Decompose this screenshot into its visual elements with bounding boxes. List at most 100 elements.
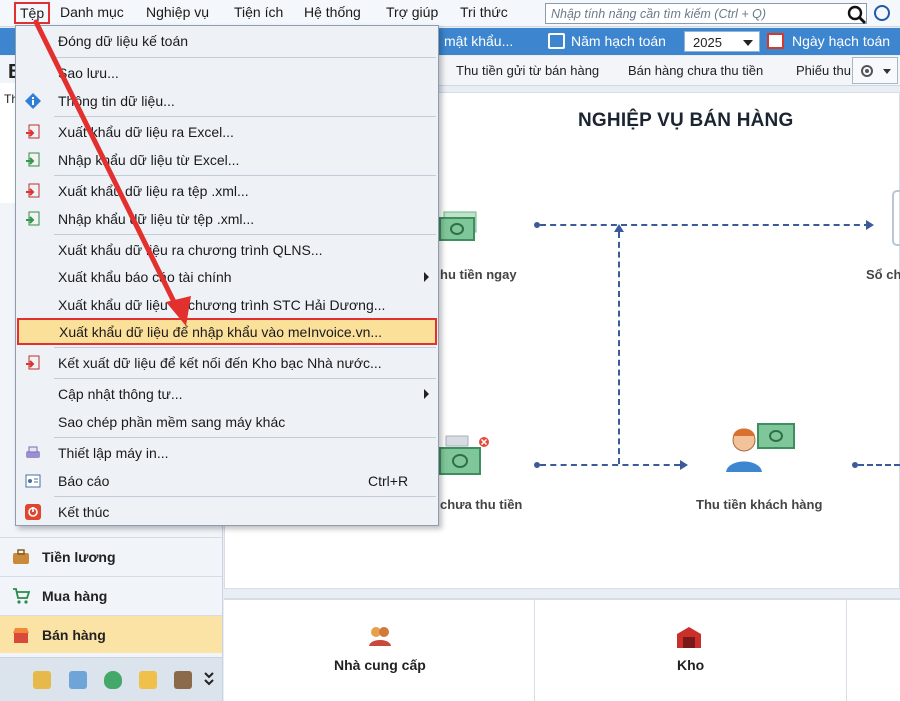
submenu-arrow-icon (424, 389, 429, 399)
menu-item-export-financial-report[interactable]: Xuất khẩu báo cáo tài chính (16, 263, 438, 290)
menu-item-import-excel[interactable]: Nhập khẩu dữ liệu từ Excel... (16, 146, 438, 173)
menu-tien-ich[interactable]: Tiện ích (234, 4, 283, 20)
menu-item-report[interactable]: Báo cáo Ctrl+R (16, 467, 438, 494)
flow-thu-tien-ngay[interactable]: hu tiền ngay (440, 267, 517, 282)
exit-icon (25, 504, 41, 520)
menu-item-label: Kết xuất dữ liệu để kết nối đến Kho bạc … (58, 355, 382, 371)
search-icon[interactable] (844, 4, 870, 25)
briefcase-icon[interactable] (174, 671, 192, 689)
customer-payment-icon[interactable] (724, 418, 798, 474)
category-nha-cung-cap[interactable]: Nhà cung cấp (334, 657, 426, 673)
menu-item-close-data[interactable]: Đóng dữ liệu kế toán (16, 27, 438, 54)
menu-separator (54, 347, 436, 348)
flow-so-chi-tiet[interactable]: Sổ ch (866, 267, 900, 282)
chevron-down-icon (883, 69, 891, 74)
sidebar-item-label: Tiền lương (42, 549, 116, 565)
tab-thu-tien-gui[interactable]: Thu tiền gửi từ bán hàng (456, 63, 599, 78)
menu-item-exit[interactable]: Kết thúc (16, 498, 438, 525)
warehouse-icon[interactable] (676, 626, 702, 648)
sidebar-item-label: Bán hàng (42, 627, 106, 643)
menu-separator (54, 57, 436, 58)
menu-tri-thuc[interactable]: Tri thức (460, 4, 508, 20)
chevron-down-icon[interactable] (743, 40, 753, 46)
store-icon (13, 628, 29, 643)
supplier-icon[interactable] (368, 625, 392, 647)
tab-phieu-thu[interactable]: Phiếu thu (796, 63, 851, 78)
sidebar-item-tien-luong[interactable]: Tiền lương (0, 537, 222, 575)
search-placeholder: Nhập tính năng cần tìm kiếm (Ctrl + Q) (551, 7, 767, 21)
unpaid-cash-icon[interactable] (438, 434, 490, 478)
menu-item-copy-software[interactable]: Sao chép phần mềm sang máy khác (16, 408, 438, 435)
menu-danh-muc[interactable]: Danh mục (60, 4, 124, 20)
menu-item-label: Thiết lập máy in... (58, 445, 169, 461)
sidebar-item-label: Mua hàng (42, 588, 108, 604)
menu-item-export-xml[interactable]: Xuất khẩu dữ liệu ra tệp .xml... (16, 177, 438, 204)
help-icon[interactable] (874, 5, 890, 21)
menu-separator (54, 496, 436, 497)
page-title: NGHIỆP VỤ BÁN HÀNG (578, 110, 794, 131)
printer-icon (26, 446, 40, 458)
menu-separator (54, 175, 436, 176)
export-icon (26, 355, 40, 370)
tab-ban-hang-chua-thu[interactable]: Bán hàng chưa thu tiền (628, 63, 763, 78)
menu-tro-giup[interactable]: Trợ giúp (386, 4, 438, 20)
tab-settings-button[interactable] (852, 57, 898, 84)
menu-item-treasury-export[interactable]: Kết xuất dữ liệu để kết nối đến Kho bạc … (16, 349, 438, 376)
fiscal-year-icon (548, 33, 565, 49)
cash-icon[interactable] (438, 208, 478, 244)
flow-connector (618, 232, 620, 464)
menu-item-label: Xuất khẩu dữ liệu ra chương trình QLNS..… (58, 242, 323, 258)
flow-chua-thu-tien[interactable]: chưa thu tiền (440, 497, 522, 512)
menu-nghiep-vu[interactable]: Nghiệp vụ (146, 4, 209, 20)
menu-item-label: Báo cáo (58, 473, 110, 489)
menu-item-backup[interactable]: Sao lưu... (16, 59, 438, 86)
menu-item-label: Nhập khẩu dữ liệu từ Excel... (58, 152, 240, 168)
ledger-icon[interactable] (892, 190, 900, 246)
menu-item-label: Xuất khẩu báo cáo tài chính (58, 269, 232, 285)
document-icon[interactable] (33, 671, 51, 689)
menu-tep[interactable]: Tệp (14, 2, 51, 24)
menu-item-printer-setup[interactable]: Thiết lập máy in... (16, 439, 438, 466)
export-icon (26, 124, 40, 139)
submenu-arrow-icon (424, 272, 429, 282)
sidebar-quick-icons (0, 657, 222, 701)
chevron-more-icon[interactable] (203, 669, 215, 691)
menu-he-thong[interactable]: Hệ thống (304, 4, 361, 20)
menu-separator (54, 437, 436, 438)
menu-item-data-info[interactable]: Thông tin dữ liệu... (16, 87, 438, 114)
menu-item-import-xml[interactable]: Nhập khẩu dữ liệu từ tệp .xml... (16, 205, 438, 232)
flow-arrow (866, 220, 874, 230)
flow-thu-tien-khach-hang[interactable]: Thu tiền khách hàng (696, 497, 822, 512)
fiscal-year-label: Năm hạch toán (571, 33, 666, 49)
folder-icon[interactable] (139, 671, 157, 689)
change-password-link[interactable]: mật khẩu... (444, 33, 513, 49)
menu-item-shortcut: Ctrl+R (368, 473, 409, 489)
fiscal-year-select[interactable]: 2025 (684, 31, 760, 52)
menu-item-label: Xuất khẩu dữ liệu ra tệp .xml... (58, 183, 249, 199)
export-icon (26, 183, 40, 198)
menu-item-label: Kết thúc (58, 504, 110, 520)
menu-item-export-qlns[interactable]: Xuất khẩu dữ liệu ra chương trình QLNS..… (16, 236, 438, 263)
menubar: Tệp Danh mục Nghiệp vụ Tiện ích Hệ thống… (0, 0, 900, 27)
menu-item-label: Xuất khẩu dữ liệu ra chương trình STC Hả… (58, 297, 386, 313)
import-icon (26, 211, 40, 226)
sidebar-item-mua-hang[interactable]: Mua hàng (0, 576, 222, 614)
posting-date-label[interactable]: Ngày hạch toán (792, 33, 890, 49)
menu-item-update-circular[interactable]: Cập nhật thông tư... (16, 380, 438, 407)
edit-icon[interactable] (69, 671, 87, 689)
menu-item-label: Cập nhật thông tư... (58, 386, 183, 402)
fiscal-year-value: 2025 (693, 35, 722, 50)
menu-item-export-excel[interactable]: Xuất khẩu dữ liệu ra Excel... (16, 118, 438, 145)
feature-search-input[interactable]: Nhập tính năng cần tìm kiếm (Ctrl + Q) (545, 3, 867, 24)
menu-item-label: Đóng dữ liệu kế toán (58, 33, 189, 49)
category-kho[interactable]: Kho (677, 657, 704, 673)
divider (846, 600, 847, 701)
menu-item-export-stc[interactable]: Xuất khẩu dữ liệu ra chương trình STC Hả… (16, 291, 438, 318)
menu-item-export-meinvoice[interactable]: Xuất khẩu dữ liệu để nhập khẩu vào meInv… (17, 318, 437, 345)
sidebar-item-ban-hang[interactable]: Bán hàng (0, 615, 222, 653)
file-menu-dropdown: Đóng dữ liệu kế toán Sao lưu... Thông ti… (15, 25, 439, 526)
shield-icon[interactable] (104, 671, 122, 689)
flow-arrow (614, 224, 624, 232)
menu-item-label: Nhập khẩu dữ liệu từ tệp .xml... (58, 211, 255, 227)
salary-icon (13, 549, 29, 564)
